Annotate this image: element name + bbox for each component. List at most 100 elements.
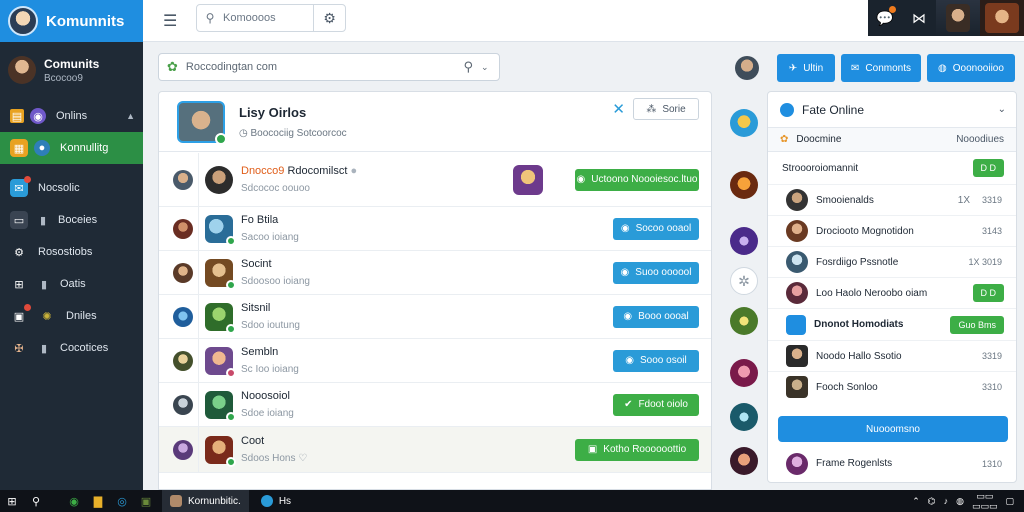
taskbar-app-hs[interactable]: Hs <box>253 490 299 512</box>
options-button[interactable]: ◍ Ooonooiioo <box>927 54 1015 82</box>
table-row[interactable]: Coot Sdoos Hons ♡ ▣ Kotho Roooooottio <box>159 427 711 473</box>
avatar <box>205 165 233 194</box>
group-button[interactable]: Guo Bms <box>950 315 1004 334</box>
list-item[interactable]: Noodo Hallo Ssotio 3319 <box>768 340 1016 371</box>
group-button[interactable]: D D <box>972 159 1004 177</box>
online-panel-header[interactable]: Fate Online ⌄ <box>768 92 1016 128</box>
settings-icon[interactable]: ⚙ <box>313 5 345 31</box>
row-sub: Sdoe ioiang <box>241 408 294 419</box>
brand-bar[interactable]: Komunnits <box>0 0 143 42</box>
chevron-down-icon[interactable]: ⌄ <box>481 62 499 73</box>
table-row[interactable]: Dnocco9 Rdocomilsct ● Sdcococ oouoo ◉ Uct… <box>159 153 711 207</box>
group-label: Stroooroiomannit <box>782 162 859 174</box>
sidebar-item-konnullitg[interactable]: ▦ ● Konnullitg <box>0 132 143 164</box>
leaf-icon: ✿ <box>167 59 178 74</box>
comments-button[interactable]: ✉ Conmonts <box>841 54 921 82</box>
chevron-up-icon[interactable]: ⌃ <box>912 496 920 507</box>
page-subtitle: ◷ Boocociig Sotcoorcoc <box>239 128 347 139</box>
avatar <box>205 435 236 467</box>
sidebar-item-dniles[interactable]: ▣ ✺ Dniles <box>0 300 143 332</box>
table-row[interactable]: Nooosoiol Sdoe ioiang ✔ Fdoot oiolo <box>159 383 711 427</box>
notifications-button[interactable]: 💬 <box>868 0 902 36</box>
list-item[interactable]: Drociooto Mognotidon 3143 <box>768 215 1016 246</box>
table-row[interactable]: Fo Btila Sacoo ioiang ◉ Socoo ooaol <box>159 207 711 251</box>
avatar[interactable] <box>730 403 758 431</box>
network-icon[interactable]: ⌬ <box>928 496 936 507</box>
item-name: Noodo Hallo Ssotio <box>816 350 902 362</box>
list-item[interactable]: Loo Haolo Neroobo oiam D D <box>768 277 1016 308</box>
start-icon[interactable]: ⊞ <box>0 490 24 512</box>
edge-icon[interactable]: ◎ <box>110 490 134 512</box>
row-action-button[interactable]: ✔ Fdoot oiolo <box>613 393 699 416</box>
table-row[interactable]: Sembln Sc Ioo ioiang ◉ Sooo osoil <box>159 339 711 383</box>
browser-icon[interactable]: ◉ <box>62 490 86 512</box>
row-action-button[interactable]: ◉ Uctoono Noooiesoc.ltuo <box>575 168 699 191</box>
avatar[interactable] <box>735 56 759 80</box>
table-row[interactable]: Socint Sdoosoo ioiang ◉ Suoo oooool <box>159 251 711 295</box>
gear-icon[interactable]: ✲ <box>730 267 758 295</box>
user-card[interactable]: Comunits Bcocoo9 <box>0 42 143 90</box>
folder-icon[interactable]: ▇ <box>86 490 110 512</box>
main-search-input[interactable]: Roccodingtan com <box>186 61 456 73</box>
group-avatar[interactable] <box>177 100 227 145</box>
panel-filter[interactable]: ✿ Doocmine Nooodiues <box>768 128 1016 152</box>
sidebar-item-boceies[interactable]: ▭ ▮ Boceies <box>0 204 143 236</box>
avatar <box>8 56 36 84</box>
row-action-button[interactable]: ▣ Kotho Roooooottio <box>575 438 699 461</box>
calendar-icon: ▦ <box>10 139 28 157</box>
app-icon[interactable]: ▣ <box>134 490 158 512</box>
item-value: 3319 <box>981 195 1002 205</box>
primary-cta-button[interactable]: Nuooomsno <box>778 416 1008 442</box>
sidebar-item-oatis[interactable]: ⊞ ▮ Oatis <box>0 268 143 300</box>
avatar[interactable] <box>730 447 758 475</box>
sidebar-item-cocotices[interactable]: ✠ ▮ Cocotices <box>0 332 143 364</box>
game-thumbnail[interactable] <box>513 164 543 195</box>
row-action-button[interactable]: ◉ Sooo osoil <box>613 349 699 372</box>
avatar[interactable] <box>730 307 758 335</box>
search-icon[interactable]: ⚲ <box>24 490 48 512</box>
avatar <box>786 452 808 475</box>
list-item[interactable]: Fooch Sonloo 3310 <box>768 371 1016 402</box>
top-search[interactable]: ⚲ Komoooos ⚙ <box>196 4 346 32</box>
avatar[interactable] <box>730 359 758 387</box>
item-button[interactable]: D D <box>972 284 1004 302</box>
ultin-button[interactable]: ✈ Ultin <box>777 54 835 82</box>
item-x[interactable]: 1X <box>958 195 970 206</box>
speaker-icon[interactable]: ♪ <box>944 496 949 506</box>
profile-avatar-2[interactable] <box>980 0 1024 36</box>
avatar[interactable] <box>730 227 758 255</box>
sidebar-item-rosostiobs[interactable]: ⚙ Rosostiobs <box>0 236 143 268</box>
notification-icon[interactable]: ▢ <box>1005 496 1014 507</box>
page-title: Lisy Oirlos <box>239 104 307 120</box>
chat-icon: ● <box>34 140 50 156</box>
wifi-icon[interactable]: ◍ <box>956 496 964 507</box>
chevron-down-icon[interactable]: ⌄ <box>998 104 1006 115</box>
list-item[interactable]: Fosrdiigo Pssnotle 1X 3019 <box>768 246 1016 277</box>
avatar[interactable] <box>730 109 758 137</box>
sidebar-item-onlins[interactable]: ▤ ◉ Onlins ▲ <box>0 100 143 132</box>
taskbar-app-komunnits[interactable]: Kornunbitic. <box>162 490 249 512</box>
menu-icon[interactable]: ☰ <box>163 11 177 31</box>
sidebar-item-label: Cocotices <box>60 342 109 354</box>
row-action-button[interactable]: ◉ Booo oooal <box>613 305 699 328</box>
list-item[interactable]: Smooienalds 1X 3319 <box>768 184 1016 215</box>
list-item[interactable]: Frame Rogenlsts 1310 <box>768 448 1016 479</box>
sidebar-item-nocsolic[interactable]: ✉ Nocsolic <box>0 172 143 204</box>
chevron-up-icon[interactable]: ▲ <box>126 111 135 121</box>
table-row[interactable]: Sitsnil Sdoo ioutung ◉ Booo oooal <box>159 295 711 339</box>
avatar[interactable] <box>730 171 758 199</box>
main-search[interactable]: ✿ Roccodingtan com ⚲ ⌄ <box>158 53 500 81</box>
notification-badge <box>889 6 896 13</box>
search-input[interactable]: Komoooos <box>223 12 313 24</box>
dashboard-icon: ▣ <box>10 304 31 325</box>
sort-button[interactable]: ⁂ Sorie <box>633 98 699 120</box>
clock[interactable]: ▭▭ ▭▭▭ <box>972 491 998 511</box>
row-action-button[interactable]: ◉ Suoo oooool <box>613 261 699 284</box>
people-icon: ⁂ <box>646 103 657 115</box>
search-icon[interactable]: ⚲ <box>463 59 473 75</box>
profile-avatar-1[interactable] <box>936 0 980 36</box>
close-icon[interactable]: ✕ <box>612 100 625 118</box>
status-badge <box>226 279 236 290</box>
row-action-button[interactable]: ◉ Socoo ooaol <box>613 217 699 240</box>
bookmark-button[interactable]: ⋈ <box>902 0 936 36</box>
